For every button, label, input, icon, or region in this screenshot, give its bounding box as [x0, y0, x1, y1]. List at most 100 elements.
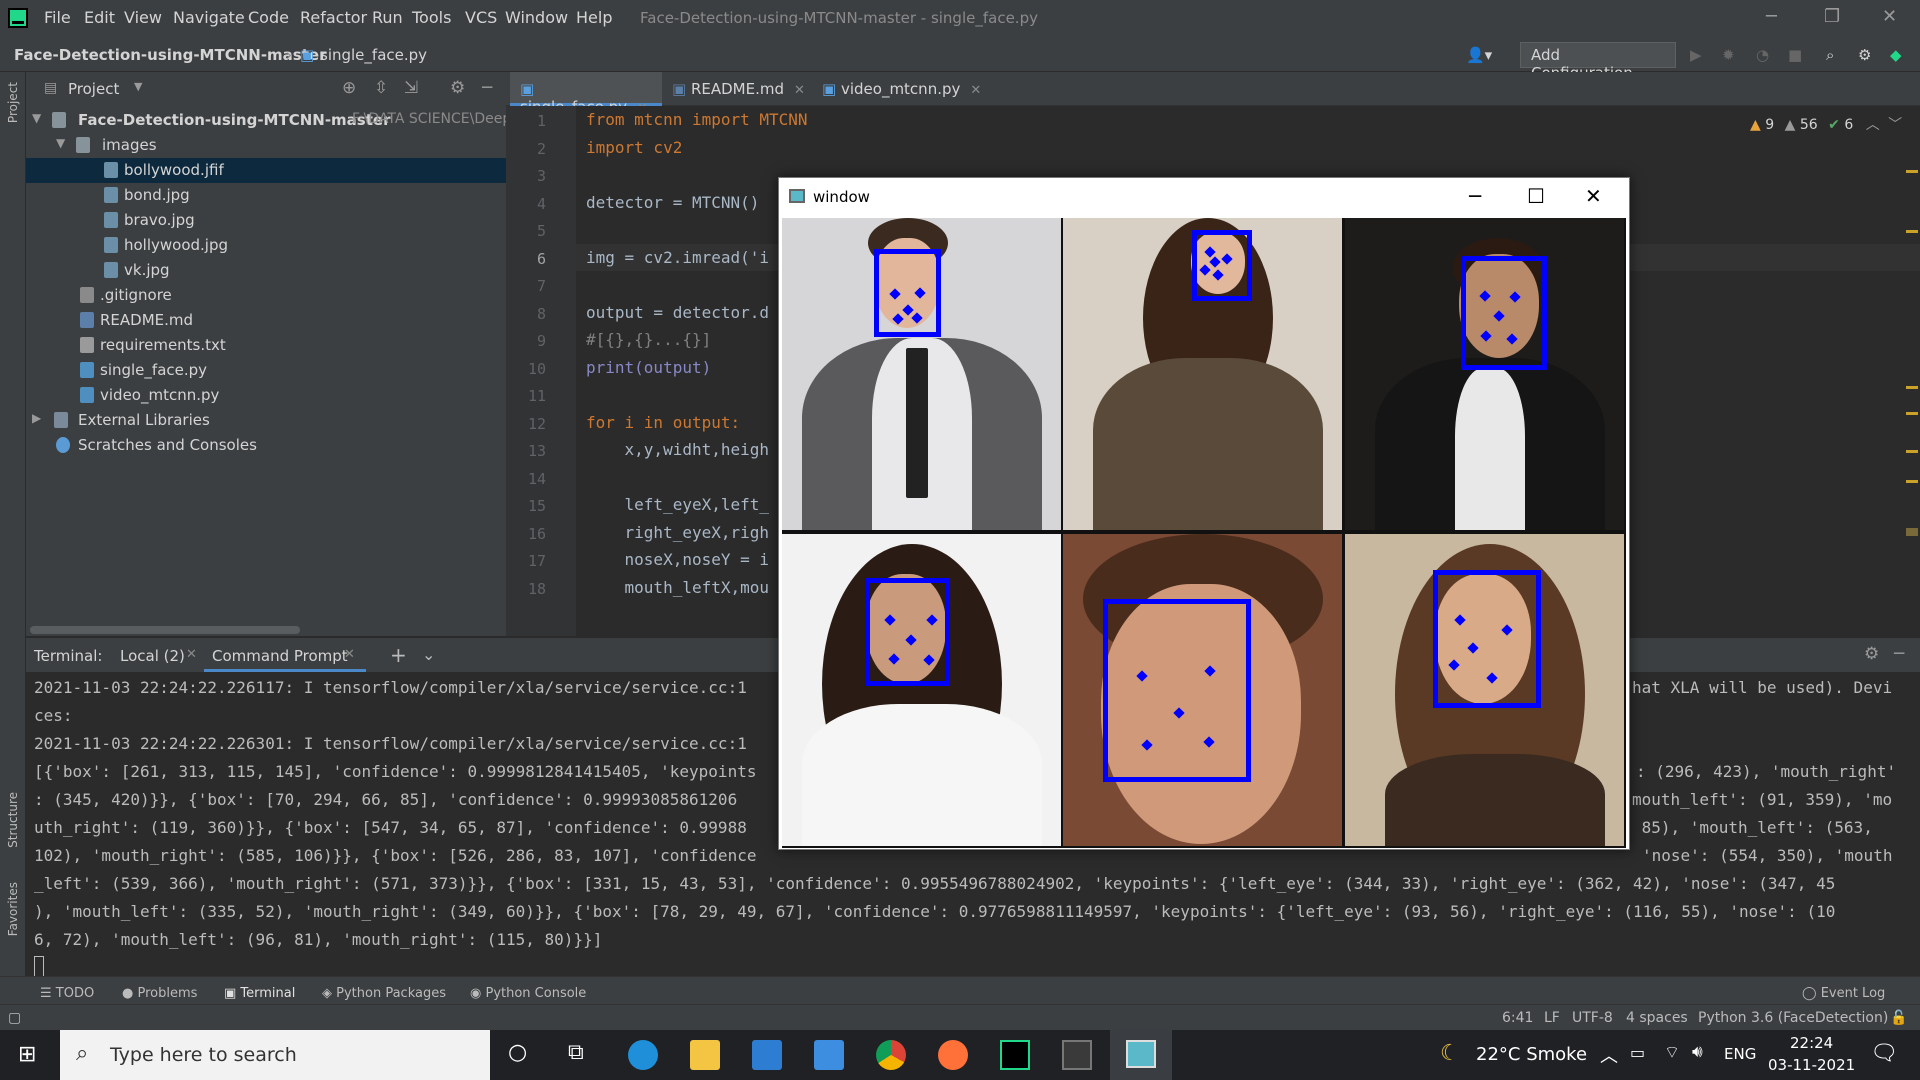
- chevron-up-icon[interactable]: ︿: [1866, 117, 1880, 133]
- menu-edit[interactable]: Edit: [84, 8, 115, 27]
- maximize-icon[interactable]: ☐: [1527, 184, 1545, 208]
- menu-code[interactable]: Code: [248, 8, 289, 27]
- hide-panel-icon[interactable]: ─: [1894, 644, 1904, 664]
- lock-icon[interactable]: 🔓: [1890, 1010, 1907, 1026]
- menu-refactor[interactable]: Refactor: [300, 8, 367, 27]
- tree-file-single-face[interactable]: single_face.py: [26, 358, 506, 383]
- restore-icon[interactable]: ❐: [1824, 6, 1840, 27]
- search-icon[interactable]: ⌕: [1826, 46, 1834, 64]
- breadcrumb-project[interactable]: Face-Detection-using-MTCNN-master: [14, 46, 326, 64]
- locate-icon[interactable]: ⊕: [342, 78, 356, 98]
- chevron-down-icon[interactable]: ▼: [134, 80, 142, 93]
- opencv-window[interactable]: window ─ ☐ ✕: [778, 177, 1630, 850]
- event-log-tool-button[interactable]: ◯ Event Log: [1802, 986, 1885, 1001]
- menu-tools[interactable]: Tools: [412, 8, 451, 27]
- tree-file-requirements[interactable]: requirements.txt: [26, 333, 506, 358]
- tree-file-video-mtcnn[interactable]: video_mtcnn.py: [26, 383, 506, 408]
- menu-help[interactable]: Help: [576, 8, 612, 27]
- close-tab-icon[interactable]: ✕: [970, 83, 981, 98]
- python-console-tool-button[interactable]: ◉ Python Console: [470, 986, 586, 1001]
- settings-icon[interactable]: ⚙: [1858, 46, 1871, 64]
- edge-icon[interactable]: [628, 1040, 658, 1070]
- tree-file-bond[interactable]: bond.jpg: [26, 183, 506, 208]
- close-icon[interactable]: ✕: [1585, 184, 1602, 208]
- close-icon[interactable]: ✕: [1882, 6, 1897, 27]
- menu-view[interactable]: View: [124, 8, 162, 27]
- tree-file-hollywood[interactable]: hollywood.jpg: [26, 233, 506, 258]
- tab-local-2[interactable]: Local (2): [120, 647, 185, 665]
- clock-time[interactable]: 22:24: [1790, 1034, 1833, 1052]
- pycharm-icon[interactable]: [1000, 1040, 1030, 1070]
- gear-icon[interactable]: ⚙: [450, 78, 465, 98]
- language-indicator[interactable]: ENG: [1724, 1045, 1756, 1063]
- menu-vcs[interactable]: VCS: [465, 8, 497, 27]
- tree-root[interactable]: ▼ Face-Detection-using-MTCNN-master F:\D…: [26, 108, 511, 133]
- tree-external-libraries[interactable]: ▶ External Libraries: [26, 408, 506, 433]
- run-icon[interactable]: ▶: [1690, 46, 1702, 64]
- add-configuration-button[interactable]: Add Configuration...: [1520, 42, 1676, 82]
- task-view-icon[interactable]: ⧉: [568, 1040, 584, 1065]
- menu-file[interactable]: File: [44, 8, 71, 27]
- minimize-icon[interactable]: ─: [1469, 184, 1481, 208]
- tab-video-mtcnn[interactable]: ▣ video_mtcnn.py ✕: [822, 72, 982, 106]
- collapse-all-icon[interactable]: ⇲: [404, 78, 418, 98]
- tree-file-bollywood[interactable]: bollywood.jfif: [26, 158, 506, 183]
- terminal-tool-button[interactable]: ▣ Terminal: [224, 986, 295, 1001]
- cursor-position[interactable]: 6:41: [1502, 1010, 1533, 1026]
- chevron-up-icon[interactable]: ︿: [1600, 1042, 1618, 1068]
- indent-setting[interactable]: 4 spaces: [1626, 1010, 1688, 1026]
- python-packages-tool-button[interactable]: ◈ Python Packages: [322, 986, 446, 1001]
- inspection-widget[interactable]: ▲ 9 ▲ 56 ✔ 6 ︿ ﹀: [1750, 114, 1902, 134]
- close-tab-icon[interactable]: ✕: [344, 647, 355, 662]
- python-interpreter[interactable]: Python 3.6 (FaceDetection): [1698, 1010, 1888, 1026]
- tree-file-bravo[interactable]: bravo.jpg: [26, 208, 506, 233]
- command-prompt-icon[interactable]: [1062, 1040, 1092, 1070]
- chevron-down-icon[interactable]: ﹀: [1888, 117, 1902, 133]
- tab-readme[interactable]: ▣ README.md ✕: [672, 72, 812, 106]
- line-separator[interactable]: LF: [1544, 1010, 1560, 1026]
- opencv-window-titlebar[interactable]: window ─ ☐ ✕: [779, 178, 1629, 218]
- error-stripe[interactable]: [1906, 150, 1920, 630]
- weather-icon[interactable]: ☾: [1440, 1041, 1460, 1066]
- jetbrains-toolbox-icon[interactable]: ◆: [1890, 46, 1902, 64]
- panel-toggle-icon[interactable]: ▢: [8, 1010, 21, 1026]
- tree-folder-images[interactable]: ▼ images: [26, 133, 506, 158]
- file-explorer-icon[interactable]: [690, 1040, 720, 1070]
- todo-tool-button[interactable]: ☰ TODO: [40, 986, 94, 1001]
- notifications-icon[interactable]: 🗨︎: [1870, 1041, 1898, 1066]
- taskbar-search-box[interactable]: ⌕ Type here to search: [60, 1030, 490, 1080]
- project-tool-button[interactable]: Project: [6, 82, 20, 123]
- tab-single-face[interactable]: ▣ single_face.py✕: [510, 72, 662, 116]
- volume-icon[interactable]: 🔊︎: [1692, 1042, 1703, 1062]
- chevron-down-icon[interactable]: ⌄: [422, 645, 435, 664]
- problems-tool-button[interactable]: ● Problems: [122, 986, 197, 1001]
- gear-icon[interactable]: ⚙: [1864, 644, 1879, 664]
- firefox-icon[interactable]: [938, 1040, 968, 1070]
- mail-icon[interactable]: [814, 1040, 844, 1070]
- chrome-icon[interactable]: [876, 1040, 906, 1070]
- close-tab-icon[interactable]: ✕: [186, 647, 197, 662]
- opencv-window-taskbar-item[interactable]: [1110, 1030, 1172, 1080]
- hide-panel-icon[interactable]: ─: [482, 78, 492, 98]
- tree-file-readme[interactable]: README.md: [26, 308, 506, 333]
- project-view-selector[interactable]: Project: [68, 80, 119, 98]
- tree-scratches[interactable]: Scratches and Consoles: [26, 433, 506, 458]
- menu-navigate[interactable]: Navigate: [173, 8, 245, 27]
- file-encoding[interactable]: UTF-8: [1572, 1010, 1613, 1026]
- cortana-icon[interactable]: ○: [508, 1040, 527, 1065]
- pycharm-logo-icon[interactable]: [8, 8, 28, 28]
- user-icon[interactable]: 👤▾: [1466, 46, 1492, 64]
- battery-icon[interactable]: ▭: [1630, 1043, 1645, 1062]
- close-tab-icon[interactable]: ✕: [794, 83, 805, 98]
- tab-command-prompt[interactable]: Command Prompt ✕: [204, 638, 366, 672]
- favorites-tool-button[interactable]: Favorites: [6, 882, 20, 936]
- windows-start-icon[interactable]: ⊞: [18, 1042, 36, 1067]
- menu-window[interactable]: Window: [505, 8, 568, 27]
- horizontal-scrollbar[interactable]: [30, 626, 300, 634]
- stop-icon[interactable]: ■: [1788, 46, 1802, 64]
- coverage-icon[interactable]: ◔: [1756, 46, 1769, 64]
- clock-date[interactable]: 03-11-2021: [1768, 1056, 1855, 1074]
- menu-run[interactable]: Run: [372, 8, 403, 27]
- debug-icon[interactable]: ✹: [1722, 46, 1735, 64]
- structure-tool-button[interactable]: Structure: [6, 792, 20, 848]
